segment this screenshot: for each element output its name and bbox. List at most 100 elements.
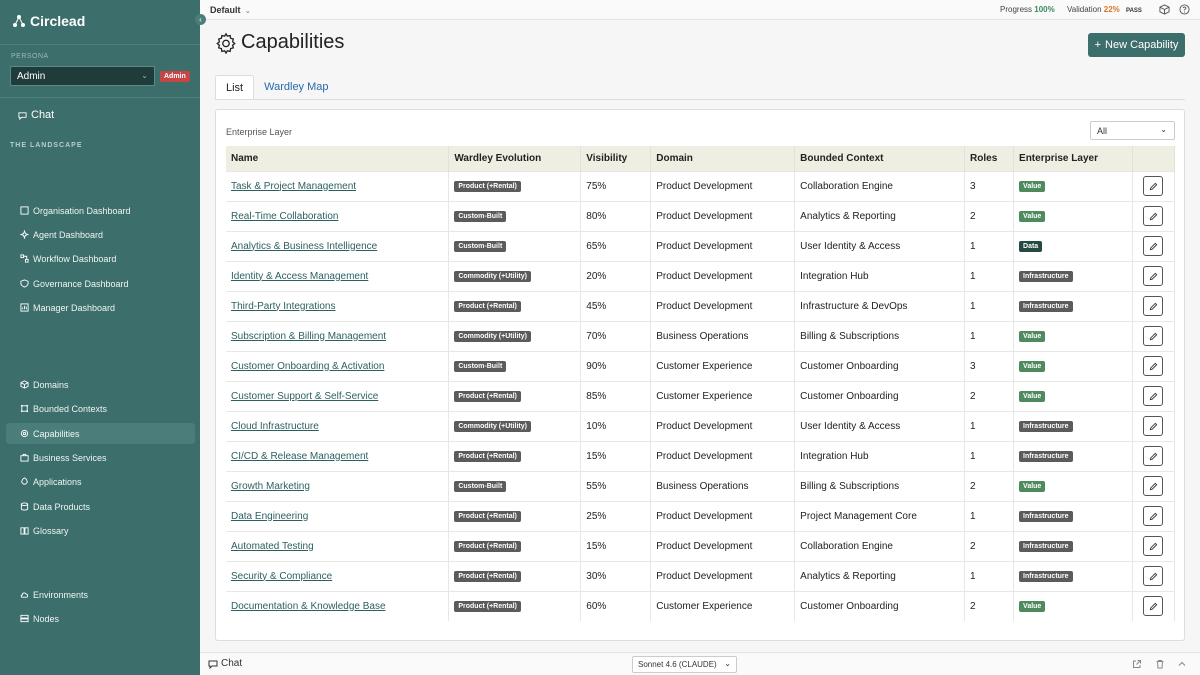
edit-button[interactable] xyxy=(1143,176,1164,196)
cell-visibility: 70% xyxy=(580,320,652,351)
layer-badge: Value xyxy=(1019,361,1046,372)
edit-button[interactable] xyxy=(1143,296,1164,316)
capability-link[interactable]: Identity & Access Management xyxy=(231,271,368,282)
sidebar-item-bounded-contexts[interactable]: Bounded Contexts xyxy=(6,398,195,419)
validation-indicator[interactable]: Validation 22% PASS xyxy=(1067,5,1142,14)
sidebar-item-governance-dashboard[interactable]: Governance Dashboard xyxy=(6,273,195,294)
cell-actions xyxy=(1132,230,1176,261)
sidebar-item-environments[interactable]: Environments xyxy=(6,584,195,605)
edit-button[interactable] xyxy=(1143,536,1164,556)
capability-link[interactable]: Analytics & Business Intelligence xyxy=(231,241,377,252)
cell-actions xyxy=(1132,410,1176,441)
table-row: Subscription & Billing Management Commod… xyxy=(226,320,1176,351)
sidebar-item-organisation-dashboard[interactable]: Organisation Dashboard xyxy=(6,200,195,221)
cell-enterprise-layer: Value xyxy=(1013,380,1133,411)
cell-bounded-context: Customer Onboarding xyxy=(794,350,966,381)
column-header-domain[interactable]: Domain xyxy=(650,146,796,171)
capability-link[interactable]: Customer Onboarding & Activation xyxy=(231,361,384,372)
cell-name: Subscription & Billing Management xyxy=(226,320,450,351)
collapse-sidebar-button[interactable]: ‹ xyxy=(195,14,206,25)
sidebar-item-applications[interactable]: Applications xyxy=(6,471,195,492)
capability-link[interactable]: Subscription & Billing Management xyxy=(231,331,386,342)
chat-toggle[interactable]: Chat xyxy=(208,658,242,669)
capability-link[interactable]: Documentation & Knowledge Base xyxy=(231,601,386,612)
edit-button[interactable] xyxy=(1143,386,1164,406)
sidebar-item-business-services[interactable]: Business Services xyxy=(6,447,195,468)
pencil-icon xyxy=(1149,302,1158,310)
cell-bounded-context: Customer Onboarding xyxy=(794,380,966,411)
edit-button[interactable] xyxy=(1143,326,1164,346)
column-header-roles[interactable]: Roles xyxy=(964,146,1015,171)
edit-button[interactable] xyxy=(1143,236,1164,256)
sidebar-item-manager-dashboard[interactable]: Manager Dashboard xyxy=(6,297,195,318)
model-select[interactable]: Sonnet 4.6 (CLAUDE) ⌄ xyxy=(632,656,737,673)
edit-button[interactable] xyxy=(1143,206,1164,226)
sidebar-item-domains[interactable]: Domains xyxy=(6,374,195,395)
cell-actions xyxy=(1132,530,1176,561)
column-header-enterprise-layer[interactable]: Enterprise Layer xyxy=(1013,146,1133,171)
sidebar-item-workflow-dashboard[interactable]: Workflow Dashboard xyxy=(6,248,195,269)
capability-link[interactable]: Third-Party Integrations xyxy=(231,301,336,312)
sidebar-item-agent-dashboard[interactable]: Agent Dashboard xyxy=(6,224,195,245)
workspace-label: Persona xyxy=(11,53,49,60)
edit-button[interactable] xyxy=(1143,596,1164,617)
view-tabs: List Wardley Map xyxy=(215,75,339,100)
tab-list[interactable]: List xyxy=(215,75,255,100)
capability-link[interactable]: Security & Compliance xyxy=(231,571,332,582)
column-header-name[interactable]: Name xyxy=(226,146,450,171)
capability-link[interactable]: Task & Project Management xyxy=(231,181,356,192)
capability-link[interactable]: Customer Support & Self-Service xyxy=(231,391,378,402)
column-header-visibility[interactable]: Visibility xyxy=(580,146,652,171)
persona-select[interactable]: Admin ⌄ xyxy=(10,66,155,86)
table-header-row: Name Wardley Evolution Visibility Domain… xyxy=(226,146,1176,171)
capability-link[interactable]: CI/CD & Release Management xyxy=(231,451,368,462)
pencil-icon xyxy=(1149,272,1158,280)
edit-button[interactable] xyxy=(1143,356,1164,376)
cell-roles: 1 xyxy=(964,320,1015,351)
cell-enterprise-layer: Infrastructure xyxy=(1013,560,1133,591)
capability-link[interactable]: Automated Testing xyxy=(231,541,314,552)
external-link-icon[interactable] xyxy=(1132,659,1142,669)
capabilities-card: Enterprise Layer All ⌄ Name Wardley Evol… xyxy=(215,109,1185,641)
divider xyxy=(215,99,1185,100)
cell-actions xyxy=(1132,500,1176,531)
capability-link[interactable]: Growth Marketing xyxy=(231,481,310,492)
trash-icon[interactable] xyxy=(1155,659,1165,669)
cell-evolution: Custom-Built xyxy=(448,350,582,381)
enterprise-layer-select[interactable]: All ⌄ xyxy=(1090,121,1175,140)
evolution-badge: Custom-Built xyxy=(454,211,507,222)
sidebar-item-glossary[interactable]: Glossary xyxy=(6,520,195,541)
environment-select[interactable]: Default ⌄ xyxy=(210,5,251,15)
capability-link[interactable]: Data Engineering xyxy=(231,511,308,522)
cell-visibility: 90% xyxy=(580,350,652,381)
sidebar-item-label: Data Products xyxy=(33,501,91,512)
tab-wardley-map[interactable]: Wardley Map xyxy=(254,75,338,100)
edit-button[interactable] xyxy=(1143,446,1164,466)
column-header-evolution[interactable]: Wardley Evolution xyxy=(448,146,582,171)
column-header-bounded-context[interactable]: Bounded Context xyxy=(794,146,966,171)
edit-button[interactable] xyxy=(1143,476,1164,496)
chevron-up-icon[interactable] xyxy=(1177,659,1187,669)
cell-visibility: 45% xyxy=(580,290,652,321)
capability-link[interactable]: Cloud Infrastructure xyxy=(231,421,319,432)
sidebar-item-chat[interactable]: Chat xyxy=(18,109,54,121)
edit-button[interactable] xyxy=(1143,416,1164,436)
package-icon[interactable] xyxy=(1159,4,1170,15)
sidebar-item-data-products[interactable]: Data Products xyxy=(6,496,195,517)
edit-button[interactable] xyxy=(1143,566,1164,586)
sidebar-item-nodes[interactable]: Nodes xyxy=(6,608,195,629)
cell-visibility: 75% xyxy=(580,170,652,201)
cell-name: Third-Party Integrations xyxy=(226,290,450,321)
cell-actions xyxy=(1132,560,1176,591)
edit-button[interactable] xyxy=(1143,506,1164,526)
sidebar-item-capabilities[interactable]: Capabilities xyxy=(6,423,195,444)
new-capability-button[interactable]: + New Capability xyxy=(1088,33,1185,57)
evolution-badge: Product (+Rental) xyxy=(454,571,521,582)
table-row: Identity & Access Management Commodity (… xyxy=(226,260,1176,291)
edit-button[interactable] xyxy=(1143,266,1164,286)
brand-logo[interactable]: Circlead xyxy=(12,13,85,29)
pencil-icon xyxy=(1149,392,1158,400)
admin-badge: Admin xyxy=(160,71,190,82)
capability-link[interactable]: Real-Time Collaboration xyxy=(231,211,338,222)
help-icon[interactable] xyxy=(1179,4,1190,15)
